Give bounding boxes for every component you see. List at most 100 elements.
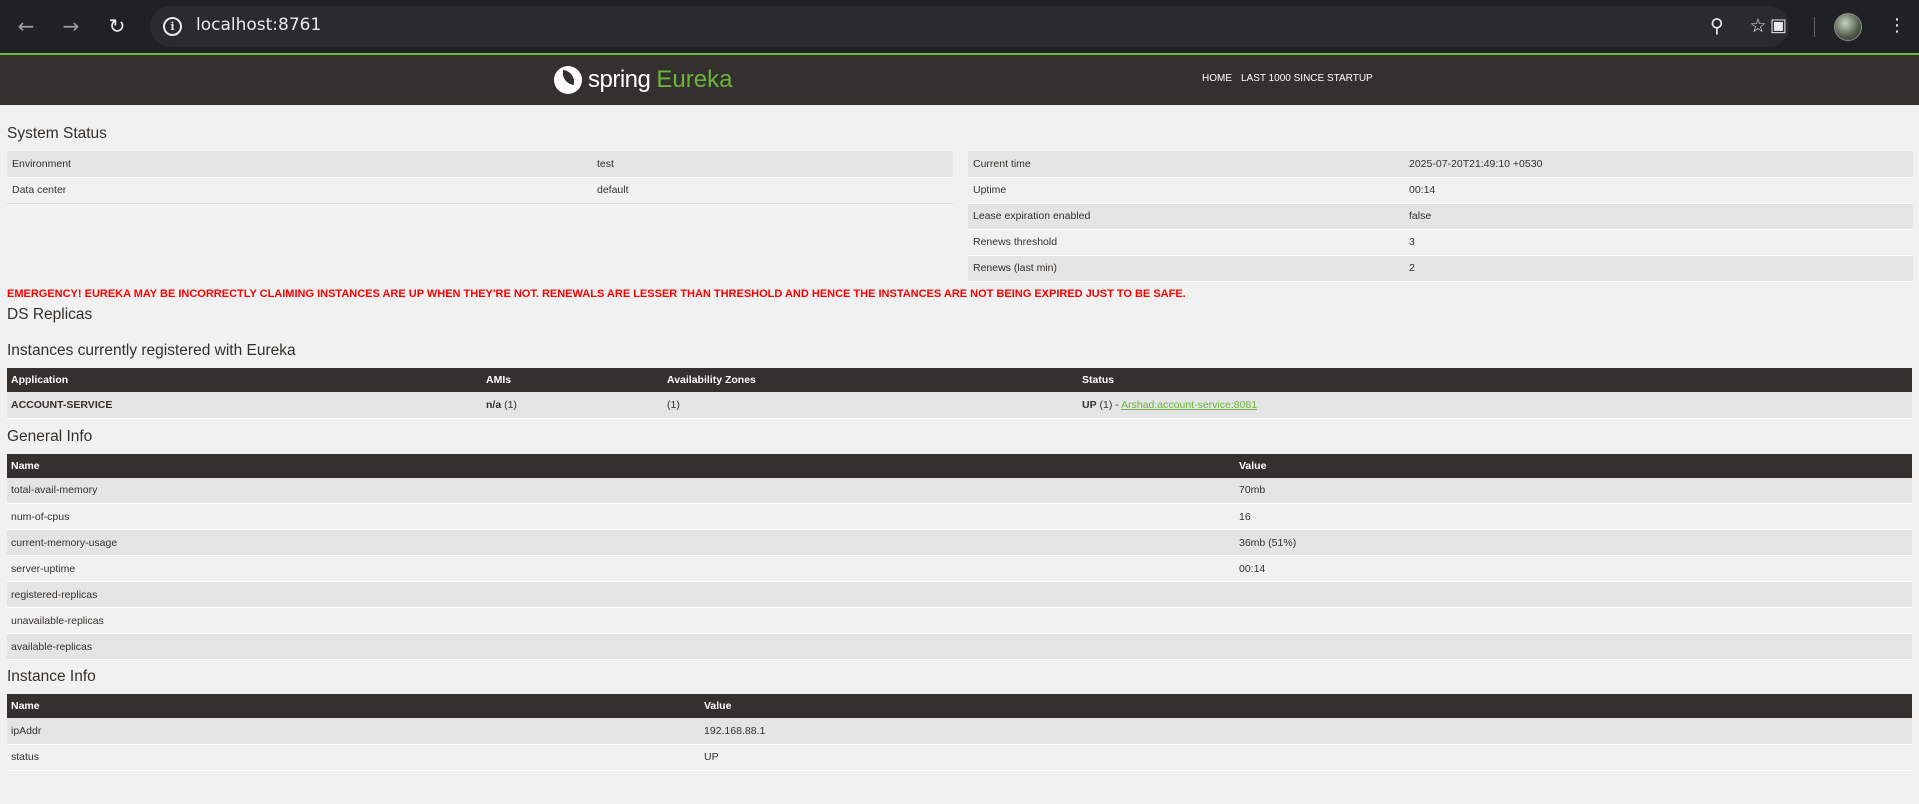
kebab-menu-icon[interactable]: ⋮ [1888,14,1906,38]
table-row: Data center default [7,177,953,204]
amis-value: n/a [486,398,502,411]
column-header[interactable]: AMIs [482,368,663,392]
status-value: 2025-07-20T21:49:10 +0530 [1404,151,1913,178]
table-row: Renews (last min) 2 [968,255,1913,282]
forward-arrow-icon[interactable]: → [59,14,83,38]
column-header[interactable]: Availability Zones [663,368,1078,392]
table-row: Current time 2025-07-20T21:49:10 +0530 [968,151,1913,178]
info-name: available-replicas [7,633,1235,660]
zones-cell: (1) [663,392,1078,419]
general-info-table: Name Value total-avail-memory 70mb num-of… [7,453,1912,660]
table-row: ipAddr 192.168.88.1 [7,718,1912,745]
info-value [1235,581,1912,608]
info-name: ipAddr [7,718,700,745]
amis-cell: n/a (1) [482,392,663,419]
info-name: registered-replicas [7,581,1235,608]
main-content: System Status Environment test Data cent… [0,125,1919,771]
system-status-title: System Status [7,125,107,142]
table-row: unavailable-replicas [7,607,1912,634]
instance-link[interactable]: Arshad:account-service:8081 [1121,399,1257,411]
table-row: server-uptime 00:14 [7,555,1912,582]
column-header[interactable]: Application [7,368,482,392]
column-header: Value [1235,453,1912,478]
table-row: registered-replicas [7,581,1912,608]
table-header-row: Application AMIs Availability Zones Stat… [7,368,1912,392]
status-value: 00:14 [1404,177,1913,204]
url-text[interactable]: localhost:8761 [196,15,321,35]
spring-leaf-icon [554,66,582,94]
table-row: Uptime 00:14 [968,177,1913,204]
instance-info-title: Instance Info [7,668,96,685]
status-key: Renews threshold [968,229,1404,256]
toolbar-divider [1814,17,1815,37]
status-count: (1) - [1096,398,1122,411]
table-row: current-memory-usage 36mb (51%) [7,529,1912,556]
status-value: test [592,151,953,178]
eureka-header: spring Eureka HOME LAST 1000 SINCE START… [0,55,1919,105]
info-value: 36mb (51%) [1235,529,1912,556]
status-key: Environment [7,151,592,178]
info-value [1235,607,1912,634]
header-nav: HOME LAST 1000 SINCE STARTUP [1202,73,1373,84]
table-row: num-of-cpus 16 [7,503,1912,530]
info-name: status [7,744,700,771]
info-value: 192.168.88.1 [700,718,1912,745]
system-status-right-table: Current time 2025-07-20T21:49:10 +0530 U… [968,151,1913,282]
system-status-tables: Environment test Data center default Cur… [7,151,1913,282]
info-value: 00:14 [1235,555,1912,582]
status-key: Uptime [968,177,1404,204]
column-header[interactable]: Status [1078,368,1912,392]
table-row: ACCOUNT-SERVICE n/a (1) (1) UP (1) - Ars… [7,392,1912,419]
reload-icon[interactable]: ↻ [105,14,129,38]
bookmark-star-icon[interactable]: ☆ [1746,14,1770,38]
status-up: UP [1082,398,1097,411]
screenshot-lens-icon[interactable]: ▣ [1770,14,1787,38]
nav-home-link[interactable]: HOME [1202,73,1232,84]
column-header: Name [7,694,700,718]
status-key: Data center [7,177,592,204]
divider [7,203,953,204]
status-value: false [1404,203,1913,230]
spring-eureka-logo[interactable]: spring Eureka [554,65,732,95]
info-value [1235,633,1912,660]
instances-title: Instances currently registered with Eure… [7,342,296,359]
info-value: UP [700,744,1912,771]
table-row: Renews threshold 3 [968,229,1913,256]
instances-table: Application AMIs Availability Zones Stat… [7,368,1912,419]
status-value: 3 [1404,229,1913,256]
status-value: 2 [1404,255,1913,282]
table-header-row: Name Value [7,694,1912,718]
table-row: status UP [7,744,1912,771]
info-name: total-avail-memory [7,477,1235,504]
system-status-left-table: Environment test Data center default [7,151,953,204]
info-name: num-of-cpus [7,503,1235,530]
logo-spring-text: spring [588,66,651,93]
amis-count: (1) [501,398,517,411]
ds-replicas-title: DS Replicas [7,306,93,323]
info-name: current-memory-usage [7,529,1235,556]
back-arrow-icon[interactable]: ← [14,14,38,38]
table-row: available-replicas [7,633,1912,660]
info-value: 16 [1235,503,1912,530]
site-info-icon[interactable]: i [163,17,182,36]
column-header: Name [7,453,1235,478]
application-name: ACCOUNT-SERVICE [7,392,482,419]
status-cell: UP (1) - Arshad:account-service:8081 [1078,392,1912,419]
status-key: Current time [968,151,1404,178]
logo-eureka-text: Eureka [656,66,733,93]
info-name: unavailable-replicas [7,607,1235,634]
address-bar[interactable]: i localhost:8761 ⚲ ☆ [150,6,1789,47]
status-value: default [592,177,953,204]
status-key: Renews (last min) [968,255,1404,282]
column-header: Value [700,694,1912,718]
browser-toolbar: ← → ↻ i localhost:8761 ⚲ ☆ ▣ ⋮ [0,0,1919,55]
table-row: total-avail-memory 70mb [7,477,1912,504]
instance-info-table: Name Value ipAddr 192.168.88.1 status UP [7,694,1912,771]
info-name: server-uptime [7,555,1235,582]
emergency-warning: EMERGENCY! EUREKA MAY BE INCORRECTLY CLA… [7,288,1186,300]
profile-avatar[interactable] [1834,13,1862,41]
zoom-icon[interactable]: ⚲ [1705,14,1729,38]
general-info-title: General Info [7,427,93,445]
nav-last-1000-link[interactable]: LAST 1000 SINCE STARTUP [1241,73,1373,84]
table-header-row: Name Value [7,453,1912,478]
